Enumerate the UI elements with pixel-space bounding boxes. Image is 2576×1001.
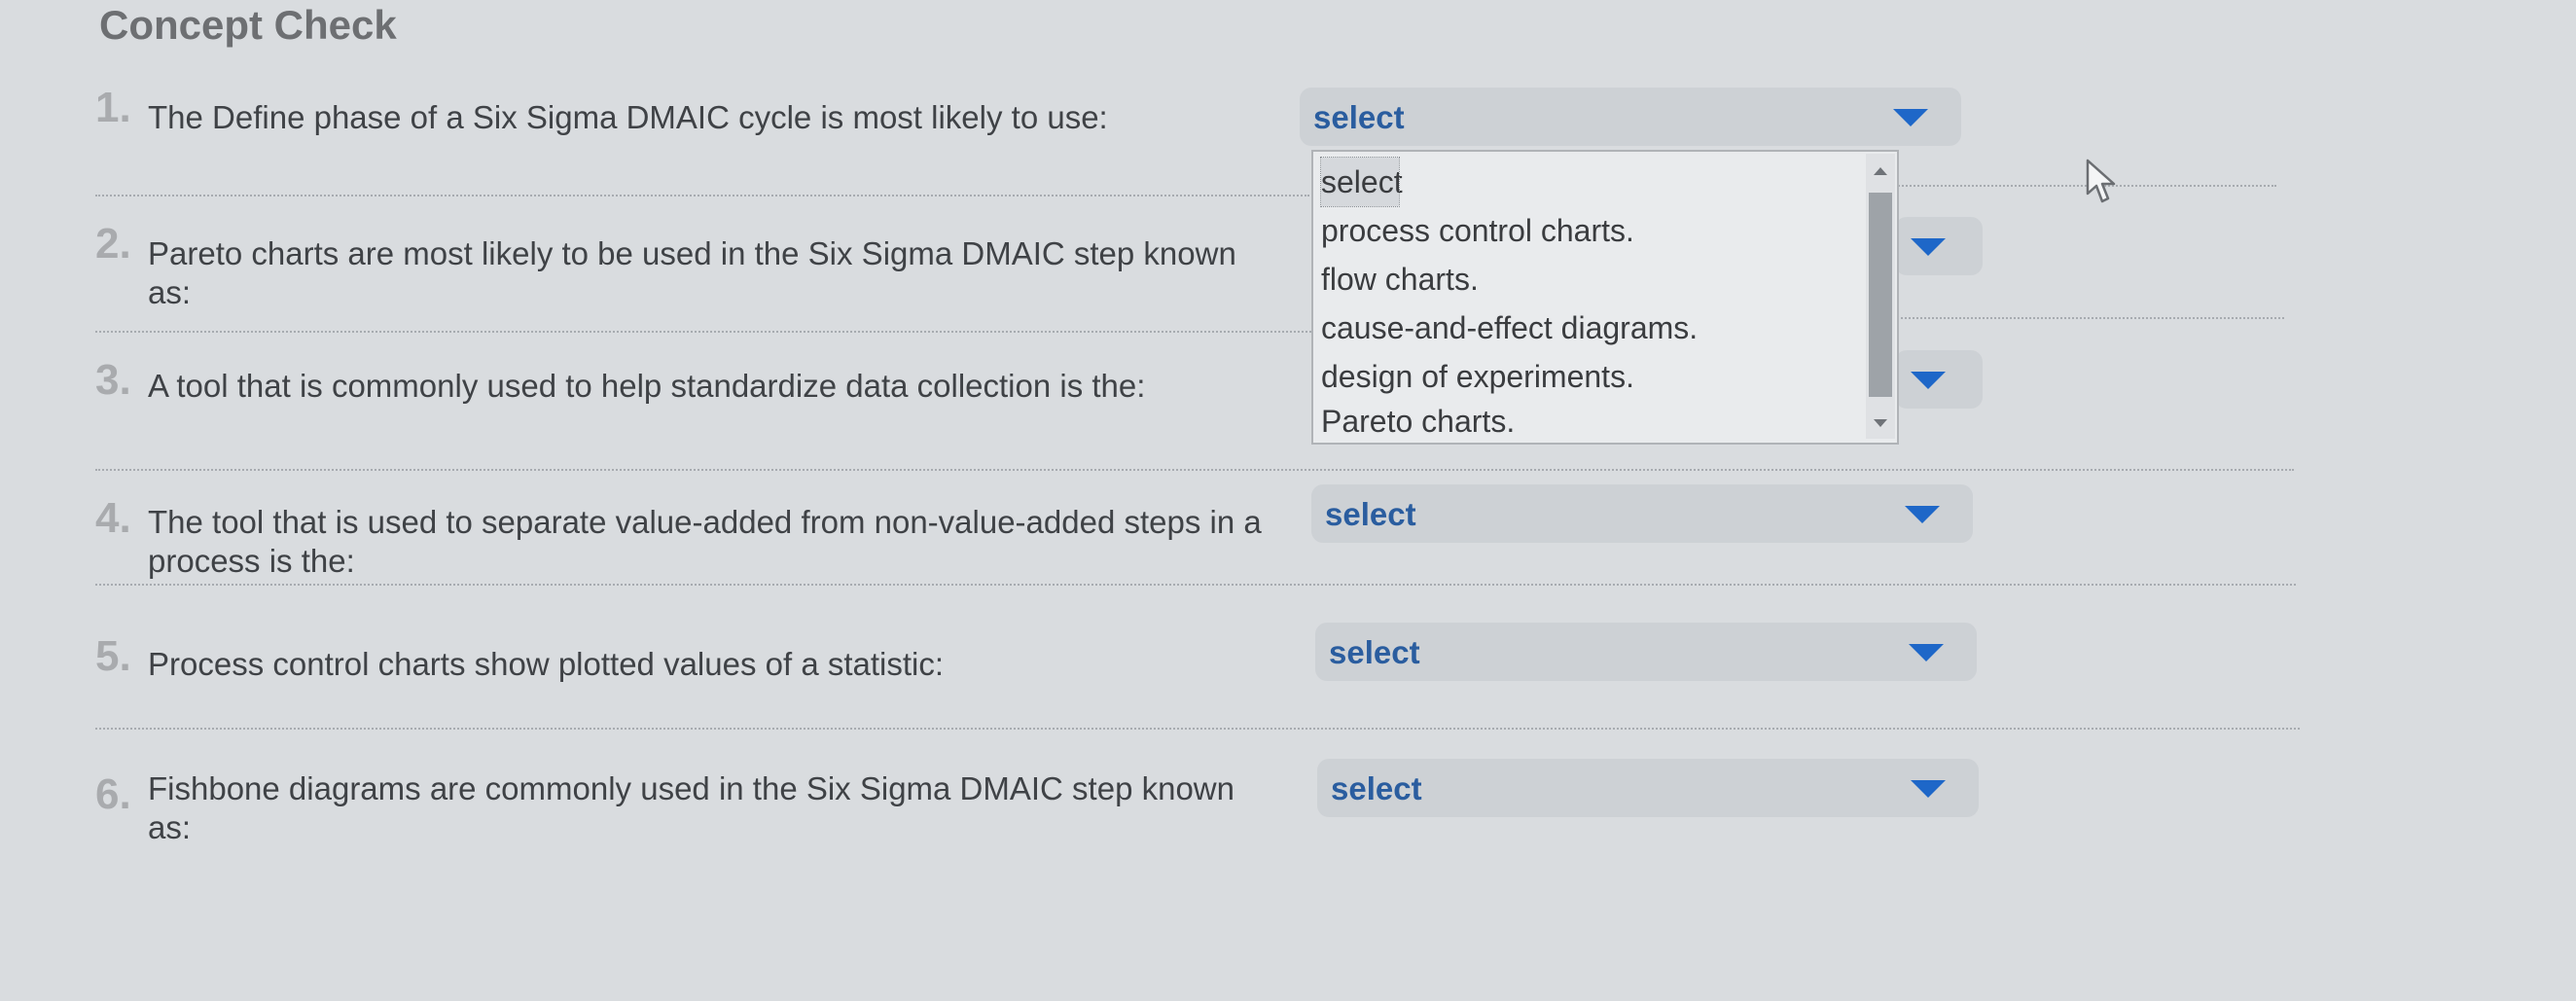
dropdown-option-flow-charts[interactable]: flow charts. (1321, 255, 1866, 304)
question-text: Pareto charts are most likely to be used… (148, 235, 1236, 310)
concept-check-page: Concept Check 1. The Define phase of a S… (0, 0, 2576, 1001)
dropdown-option-design-of-experiments[interactable]: design of experiments. (1321, 352, 1866, 401)
question-text: Process control charts show plotted valu… (148, 646, 945, 682)
scroll-down-arrow-icon[interactable] (1874, 419, 1887, 427)
caret-down-icon[interactable] (1905, 506, 1940, 523)
question-number: 3. (95, 356, 131, 404)
question-number: 5. (95, 632, 131, 680)
page-title: Concept Check (99, 2, 397, 48)
select-value: select (1325, 496, 1416, 532)
question-text: A tool that is commonly used to help sta… (148, 368, 1146, 404)
mouse-pointer-icon (2086, 159, 2116, 203)
question-text: The tool that is used to separate value-… (148, 504, 1262, 579)
select-value: select (1329, 634, 1420, 670)
scrollbar-thumb[interactable] (1869, 193, 1892, 397)
dropdown-option-select[interactable]: select (1320, 157, 1403, 207)
dropdown-option-cause-and-effect-diagrams[interactable]: cause-and-effect diagrams. (1321, 304, 1866, 352)
answer-select-2[interactable] (1895, 217, 1983, 275)
dropdown-options-list[interactable]: select process control charts. flow char… (1311, 150, 1899, 445)
select-value: select (1331, 770, 1422, 806)
row-divider (95, 728, 2300, 730)
row-divider (1897, 317, 2284, 319)
row-divider (95, 195, 1309, 197)
caret-down-icon[interactable] (1909, 644, 1944, 661)
question-number: 4. (95, 494, 131, 542)
answer-select-6[interactable]: select (1317, 759, 1979, 817)
select-value: select (1313, 99, 1405, 135)
dropdown-option-process-control-charts[interactable]: process control charts. (1321, 206, 1866, 255)
row-divider (95, 584, 2296, 586)
caret-down-icon[interactable] (1911, 372, 1946, 389)
question-number: 6. (95, 770, 131, 818)
answer-select-1[interactable]: select (1300, 88, 1961, 146)
answer-select-4[interactable]: select (1311, 484, 1973, 543)
question-text: Fishbone diagrams are commonly used in t… (148, 770, 1234, 845)
caret-down-icon[interactable] (1911, 780, 1946, 798)
answer-select-3[interactable] (1895, 350, 1983, 409)
question-number: 2. (95, 220, 131, 268)
question-number: 1. (95, 84, 131, 131)
dropdown-option-pareto-charts[interactable]: Pareto charts. (1321, 397, 1866, 446)
scroll-up-arrow-icon[interactable] (1874, 167, 1887, 175)
answer-select-5[interactable]: select (1315, 623, 1977, 681)
question-text: The Define phase of a Six Sigma DMAIC cy… (148, 99, 1108, 135)
row-divider (95, 469, 2294, 471)
caret-down-icon[interactable] (1911, 238, 1946, 256)
caret-down-icon[interactable] (1893, 109, 1928, 126)
row-divider (95, 331, 1311, 333)
dropdown-scrollbar[interactable] (1866, 154, 1895, 439)
